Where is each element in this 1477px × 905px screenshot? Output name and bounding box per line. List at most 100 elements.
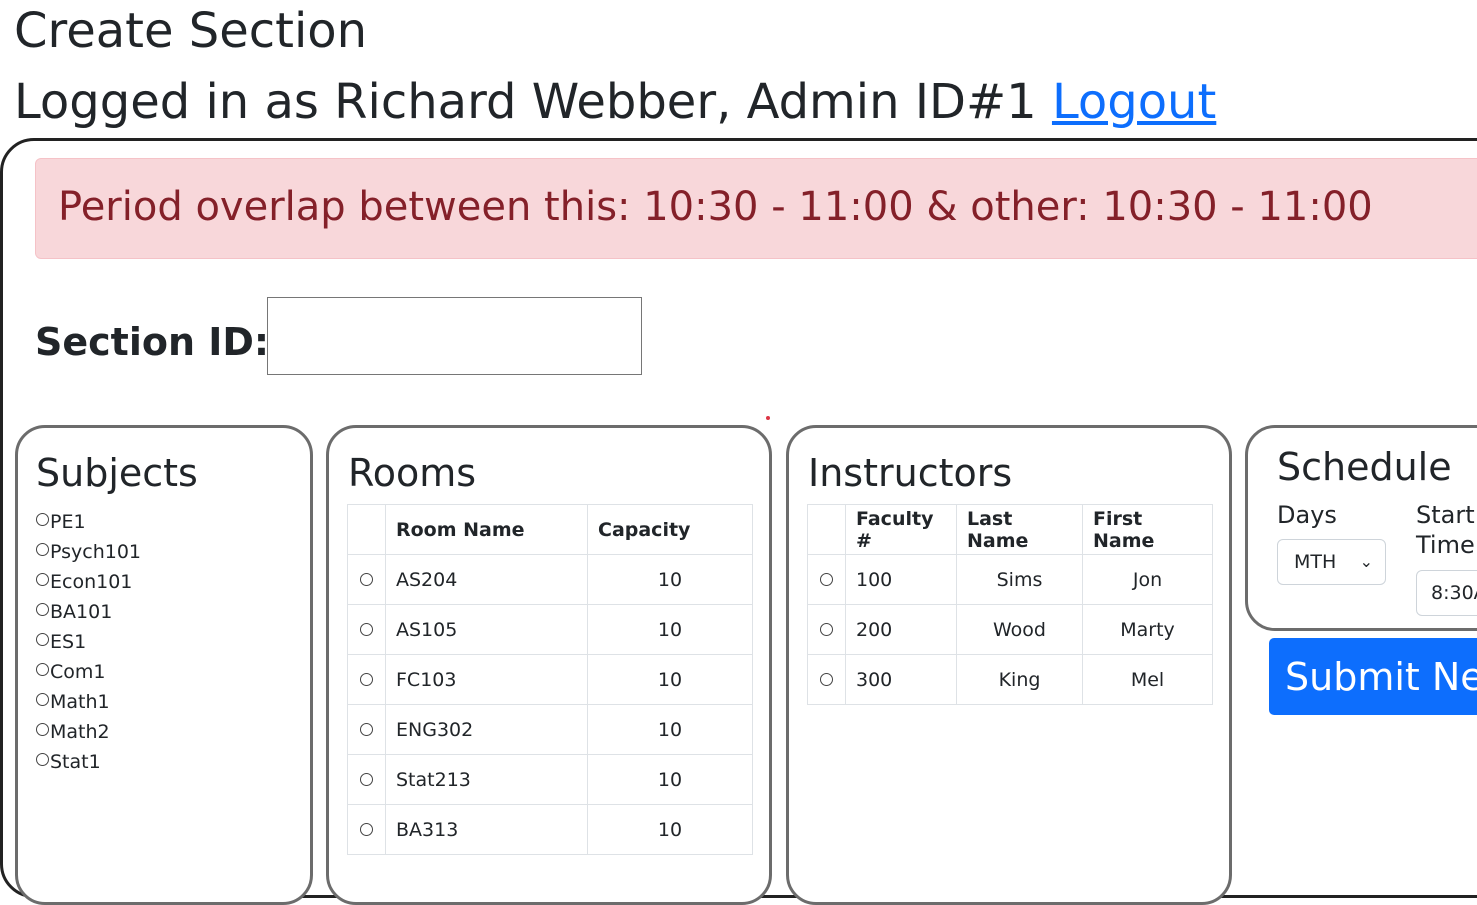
last-name-cell: King: [956, 654, 1083, 705]
rooms-table: Room Name Capacity AS204 10 AS105 10 FC1…: [347, 504, 753, 855]
subjects-panel: Subjects PE1 Psych101 Econ101 BA101 ES1 …: [15, 425, 313, 905]
instructors-table: Faculty # Last Name First Name 100 Sims …: [807, 504, 1213, 705]
subject-option-es1[interactable]: ES1: [36, 627, 141, 657]
table-row[interactable]: Stat213 10: [347, 754, 753, 805]
capacity-cell: 10: [587, 654, 753, 705]
subjects-title: Subjects: [36, 451, 198, 495]
table-header-row: Faculty # Last Name First Name: [807, 504, 1213, 555]
faculty-number-cell: 100: [845, 554, 957, 605]
radio-cell[interactable]: [347, 754, 386, 805]
subject-option-pe1[interactable]: PE1: [36, 507, 141, 537]
column-header: Room Name: [385, 504, 588, 555]
radio-icon[interactable]: [360, 722, 373, 736]
column-header: [807, 504, 846, 555]
subject-label: Math1: [50, 691, 110, 713]
room-name-cell: FC103: [385, 654, 588, 705]
instructors-title: Instructors: [808, 451, 1013, 495]
subject-label: Com1: [50, 661, 106, 683]
radio-icon[interactable]: [36, 542, 49, 556]
radio-icon[interactable]: [36, 752, 49, 766]
table-row[interactable]: 200 Wood Marty: [807, 604, 1213, 655]
subject-option-ba101[interactable]: BA101: [36, 597, 141, 627]
radio-icon[interactable]: [820, 672, 833, 686]
faculty-number-cell: 200: [845, 604, 957, 655]
table-row[interactable]: BA313 10: [347, 804, 753, 855]
column-header: [347, 504, 386, 555]
subject-option-com1[interactable]: Com1: [36, 657, 141, 687]
radio-icon[interactable]: [36, 572, 49, 586]
radio-cell[interactable]: [347, 704, 386, 755]
days-select-value: MTH: [1294, 551, 1337, 573]
login-text: Logged in as Richard Webber, Admin ID#1: [14, 74, 1052, 130]
radio-icon[interactable]: [360, 622, 373, 636]
subject-label: BA101: [50, 601, 113, 623]
error-alert: Period overlap between this: 10:30 - 11:…: [35, 158, 1477, 259]
room-name-cell: Stat213: [385, 754, 588, 805]
radio-cell[interactable]: [807, 654, 846, 705]
last-name-cell: Wood: [956, 604, 1083, 655]
days-select[interactable]: MTH ⌄: [1277, 539, 1386, 585]
subject-list: PE1 Psych101 Econ101 BA101 ES1 Com1 Math…: [36, 507, 141, 777]
capacity-cell: 10: [587, 804, 753, 855]
subject-label: Econ101: [50, 571, 133, 593]
radio-cell[interactable]: [807, 604, 846, 655]
radio-icon[interactable]: [360, 822, 373, 836]
radio-icon[interactable]: [820, 572, 833, 586]
table-row[interactable]: AS204 10: [347, 554, 753, 605]
first-name-cell: Jon: [1082, 554, 1213, 605]
radio-icon[interactable]: [36, 512, 49, 526]
days-label: Days: [1277, 501, 1337, 529]
subject-label: Math2: [50, 721, 110, 743]
subject-option-math2[interactable]: Math2: [36, 717, 141, 747]
subject-option-psych101[interactable]: Psych101: [36, 537, 141, 567]
radio-cell[interactable]: [347, 554, 386, 605]
start-time-input[interactable]: 8:30A: [1416, 570, 1477, 616]
capacity-cell: 10: [587, 604, 753, 655]
table-row[interactable]: 300 King Mel: [807, 654, 1213, 705]
section-id-label: Section ID:: [35, 320, 270, 364]
rooms-panel: Rooms Room Name Capacity AS204 10 AS105 …: [326, 425, 772, 905]
page-title: Create Section: [14, 3, 368, 59]
capacity-cell: 10: [587, 554, 753, 605]
submit-button[interactable]: Submit Nev: [1269, 638, 1477, 715]
room-name-cell: ENG302: [385, 704, 588, 755]
faculty-number-cell: 300: [845, 654, 957, 705]
radio-icon[interactable]: [360, 672, 373, 686]
table-row[interactable]: FC103 10: [347, 654, 753, 705]
radio-cell[interactable]: [347, 604, 386, 655]
subject-option-math1[interactable]: Math1: [36, 687, 141, 717]
radio-icon[interactable]: [36, 662, 49, 676]
radio-cell[interactable]: [347, 804, 386, 855]
chevron-down-icon: ⌄: [1359, 552, 1373, 571]
column-header: First Name: [1082, 504, 1213, 555]
subject-label: Psych101: [50, 541, 142, 563]
first-name-cell: Marty: [1082, 604, 1213, 655]
table-row[interactable]: AS105 10: [347, 604, 753, 655]
room-name-cell: AS105: [385, 604, 588, 655]
schedule-panel: Schedule Days Start Time MTH ⌄ 8:30A: [1245, 425, 1477, 631]
column-header: Capacity: [587, 504, 753, 555]
login-status: Logged in as Richard Webber, Admin ID#1 …: [14, 72, 1216, 132]
section-id-input[interactable]: [267, 297, 642, 375]
subject-option-econ101[interactable]: Econ101: [36, 567, 141, 597]
radio-cell[interactable]: [807, 554, 846, 605]
radio-icon[interactable]: [36, 602, 49, 616]
radio-cell[interactable]: [347, 654, 386, 705]
subject-label: Stat1: [50, 751, 101, 773]
radio-icon[interactable]: [820, 622, 833, 636]
rooms-title: Rooms: [348, 451, 477, 495]
table-row[interactable]: 100 Sims Jon: [807, 554, 1213, 605]
subject-label: PE1: [50, 511, 86, 533]
subject-label: ES1: [50, 631, 87, 653]
radio-icon[interactable]: [36, 692, 49, 706]
column-header: Last Name: [956, 504, 1083, 555]
radio-icon[interactable]: [360, 572, 373, 586]
radio-icon[interactable]: [36, 722, 49, 736]
subject-option-stat1[interactable]: Stat1: [36, 747, 141, 777]
last-name-cell: Sims: [956, 554, 1083, 605]
first-name-cell: Mel: [1082, 654, 1213, 705]
radio-icon[interactable]: [360, 772, 373, 786]
logout-link[interactable]: Logout: [1052, 74, 1216, 130]
radio-icon[interactable]: [36, 632, 49, 646]
table-row[interactable]: ENG302 10: [347, 704, 753, 755]
